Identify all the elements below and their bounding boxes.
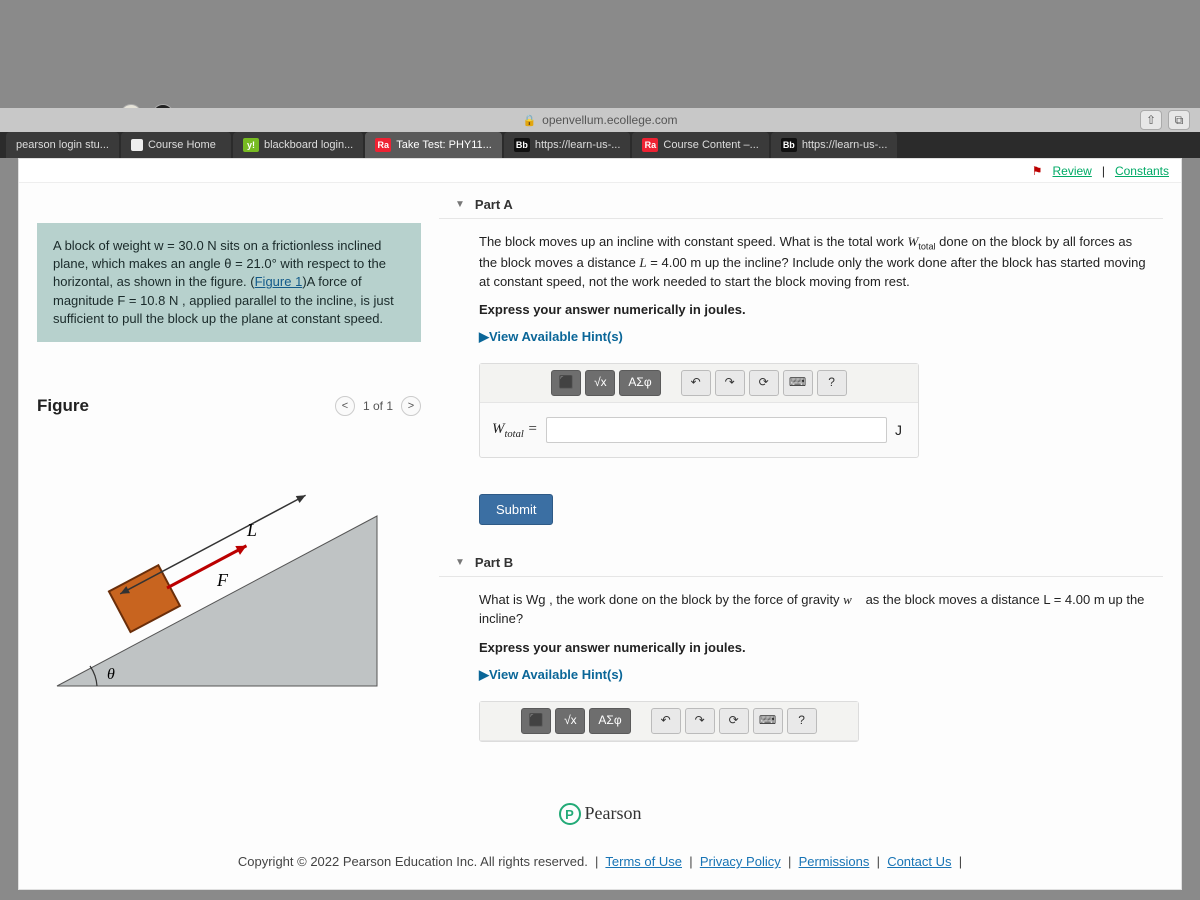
footer-link-contact[interactable]: Contact Us [887,854,951,869]
tab-course-content[interactable]: Ra Course Content –... [632,132,768,158]
brand-text: Pearson [585,803,642,823]
answer-toolbar-b: ⬛ √x ΑΣφ ↶ ↷ ⟳ ⌨ ? [480,702,858,741]
keyboard-button[interactable]: ⌨ [753,708,783,734]
part-b-instruction: Express your answer numerically in joule… [479,639,1153,658]
ra-icon: Ra [375,138,391,152]
sqrt-button[interactable]: √x [585,370,615,396]
greek-button[interactable]: ΑΣφ [619,370,660,396]
tab-learn-us-1[interactable]: Bb https://learn-us-... [504,132,631,158]
tab-take-test[interactable]: Ra Take Test: PHY11... [365,132,502,158]
tab-strip: pearson login stu... Course Home y! blac… [0,132,1200,158]
label-theta: θ [107,666,115,683]
figure-link[interactable]: Figure 1 [255,274,303,289]
collapse-icon: ▼ [455,557,465,568]
help-button[interactable]: ? [787,708,817,734]
tab-label: pearson login stu... [16,139,109,151]
footer-link-privacy[interactable]: Privacy Policy [700,854,781,869]
figure-diagram: L F θ [37,436,421,699]
answer-toolbar-a: ⬛ √x ΑΣφ ↶ ↷ ⟳ ⌨ ? [480,364,918,403]
part-a-title: Part A [475,197,513,212]
keyboard-button[interactable]: ⌨ [783,370,813,396]
new-tab-icon[interactable]: ⧉ [1168,110,1190,130]
flag-icon[interactable]: ⚑ [1032,164,1043,178]
part-b-title: Part B [475,555,513,570]
submit-button-a[interactable]: Submit [479,494,553,525]
pearson-logo-icon: P [559,803,581,825]
reset-button[interactable]: ⟳ [719,708,749,734]
help-button[interactable]: ? [817,370,847,396]
constants-link[interactable]: Constants [1115,164,1169,178]
browser-action-buttons: ⇧ ⧉ [1140,108,1190,132]
greek-button[interactable]: ΑΣφ [589,708,630,734]
part-a-question: The block moves up an incline with const… [479,233,1153,291]
undo-button[interactable]: ↶ [651,708,681,734]
tab-course-home[interactable]: Course Home [121,132,231,158]
prev-figure-button[interactable]: < [335,396,355,416]
tab-label: Course Home [148,139,216,151]
doc-icon [131,139,143,151]
pager-text: 1 of 1 [363,399,393,413]
page-content: ⚑ Review | Constants A block of weight w… [18,158,1182,890]
label-F: F [216,570,229,590]
tab-label: Course Content –... [663,139,758,151]
ra-icon: Ra [642,138,658,152]
redo-button[interactable]: ↷ [715,370,745,396]
answer-input-a[interactable] [546,417,887,443]
figure-title: Figure [37,396,89,416]
part-a-hints-link[interactable]: View Available Hint(s) [479,328,623,347]
part-b-answer-box: ⬛ √x ΑΣφ ↶ ↷ ⟳ ⌨ ? [479,701,859,742]
tab-pearson-login[interactable]: pearson login stu... [6,132,119,158]
footer: Copyright © 2022 Pearson Education Inc. … [19,832,1181,889]
sqrt-button[interactable]: √x [555,708,585,734]
next-figure-button[interactable]: > [401,396,421,416]
part-a-answer-box: ⬛ √x ΑΣφ ↶ ↷ ⟳ ⌨ ? Wtotal = J [479,363,919,458]
part-b-hints-link[interactable]: View Available Hint(s) [479,666,623,685]
tab-learn-us-2[interactable]: Bb https://learn-us-... [771,132,898,158]
right-column: ▼ Part A The block moves up an incline w… [439,183,1181,833]
review-link[interactable]: Review [1052,164,1091,178]
templates-button[interactable]: ⬛ [521,708,551,734]
part-b-body: What is Wg , the work done on the block … [439,577,1163,761]
figure-header: Figure < 1 of 1 > [37,392,421,426]
figure-pager: < 1 of 1 > [335,396,421,416]
copyright-text: Copyright © 2022 Pearson Education Inc. … [238,854,588,869]
tab-label: https://learn-us-... [802,139,888,151]
blackboard-icon: Bb [514,138,530,152]
answer-row-a: Wtotal = J [480,403,918,457]
lock-icon: 🔒 [522,114,536,127]
part-a-header[interactable]: ▼ Part A [439,191,1163,219]
part-a-instruction: Express your answer numerically in joule… [479,301,1153,320]
blackboard-icon: Bb [781,138,797,152]
tab-label: Take Test: PHY11... [396,139,492,151]
answer-label-a: Wtotal = [492,419,538,442]
divider: | [1102,164,1105,178]
part-b-question: What is Wg , the work done on the block … [479,591,1153,629]
tab-blackboard-login[interactable]: y! blackboard login... [233,132,363,158]
yahoo-icon: y! [243,138,259,152]
collapse-icon: ▼ [455,199,465,210]
tab-label: https://learn-us-... [535,139,621,151]
footer-link-permissions[interactable]: Permissions [799,854,870,869]
redo-button[interactable]: ↷ [685,708,715,734]
assignment-top-bar: ⚑ Review | Constants [19,159,1181,183]
label-L: L [246,520,257,540]
problem-statement: A block of weight w = 30.0 N sits on a f… [37,223,421,342]
left-column: A block of weight w = 30.0 N sits on a f… [19,183,439,833]
reset-button[interactable]: ⟳ [749,370,779,396]
address-bar[interactable]: 🔒 openvellum.ecollege.com [0,108,1200,132]
part-a-body: The block moves up an incline with const… [439,219,1163,478]
pearson-brand: PPearson [19,803,1181,826]
part-b-header[interactable]: ▼ Part B [439,549,1163,577]
footer-link-terms[interactable]: Terms of Use [605,854,682,869]
share-icon[interactable]: ⇧ [1140,110,1162,130]
tab-label: blackboard login... [264,139,353,151]
url-text: openvellum.ecollege.com [542,113,677,127]
undo-button[interactable]: ↶ [681,370,711,396]
answer-unit-a: J [895,420,906,440]
templates-button[interactable]: ⬛ [551,370,581,396]
